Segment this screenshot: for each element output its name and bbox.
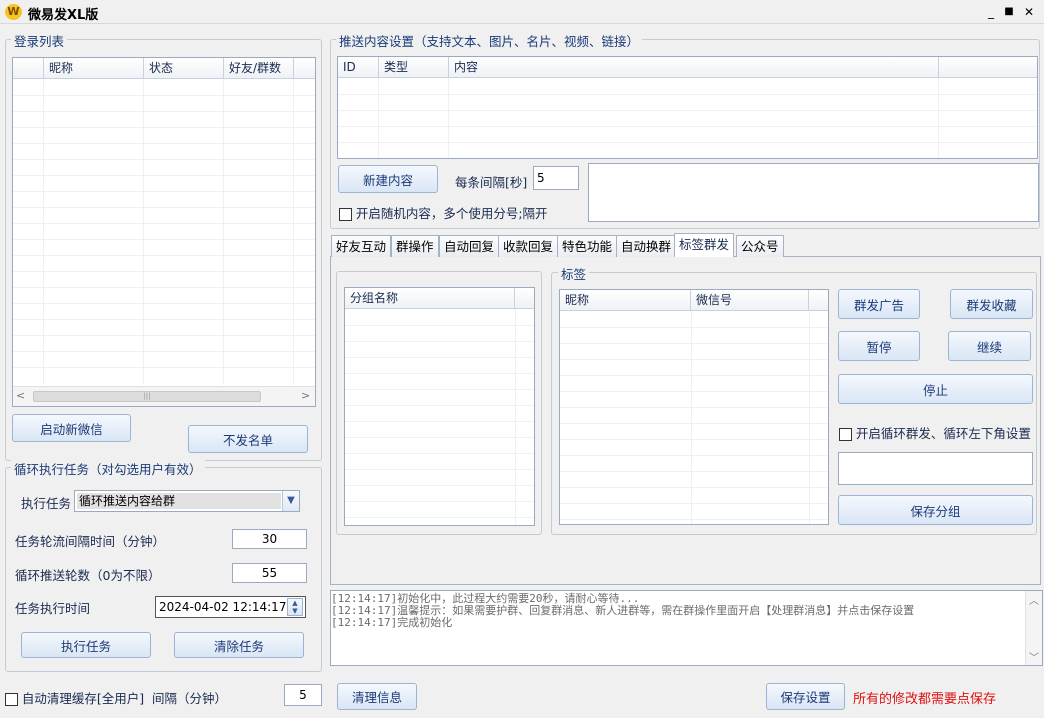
tag-member-table[interactable]: 昵称 微信号 — [559, 289, 829, 525]
tab-auto-switch-group[interactable]: 自动换群 — [616, 235, 677, 257]
auto-clear-label: 自动清理缓存[全用户] — [21, 691, 145, 706]
clear-interval-input[interactable]: 5 — [284, 684, 322, 706]
scroll-up-icon[interactable]: ︿ — [1029, 592, 1039, 607]
exec-task-label: 执行任务 — [21, 496, 72, 511]
scroll-thumb[interactable]: ||| — [33, 391, 261, 402]
tab-friend-interaction[interactable]: 好友互动 — [331, 235, 392, 257]
clear-info-button[interactable]: 清理信息 — [337, 683, 417, 710]
spinner-icon[interactable]: ▲ ▼ — [287, 598, 303, 616]
pause-button[interactable]: 暂停 — [838, 331, 920, 361]
scroll-right-icon[interactable]: > — [301, 389, 310, 402]
column-header-status[interactable]: 状态 — [144, 58, 224, 78]
mass-favorite-button[interactable]: 群发收藏 — [950, 289, 1033, 319]
resume-button[interactable]: 继续 — [948, 331, 1031, 361]
stop-button[interactable]: 停止 — [838, 374, 1033, 404]
column-header-friends-groups[interactable]: 好友/群数 — [224, 58, 294, 78]
group-table-body — [345, 309, 534, 525]
column-header-extra[interactable] — [515, 288, 534, 308]
tab-auto-reply[interactable]: 自动回复 — [439, 235, 500, 257]
exec-time-value: 2024-04-02 12:14:17 — [159, 600, 287, 614]
window-title: 微易发XL版 — [28, 8, 99, 23]
column-header-content[interactable]: 内容 — [449, 57, 939, 77]
tab-group-operation[interactable]: 群操作 — [391, 235, 439, 257]
loop-task-title: 循环执行任务（对勾选用户有效） — [11, 459, 205, 478]
rounds-input[interactable]: 55 — [232, 563, 307, 583]
tab-official-account[interactable]: 公众号 — [736, 235, 784, 257]
rounds-label: 循环推送轮数（0为不限） — [15, 568, 161, 583]
group-table-header: 分组名称 — [345, 288, 534, 309]
new-content-button[interactable]: 新建内容 — [338, 165, 438, 193]
loop-send-label: 开启循环群发、循环左下角设置 — [855, 426, 1031, 441]
login-list-title: 登录列表 — [11, 31, 68, 50]
scroll-down-icon[interactable]: ﹀ — [1029, 649, 1039, 664]
loop-send-row[interactable]: 开启循环群发、循环左下角设置 — [839, 423, 1031, 442]
save-settings-button[interactable]: 保存设置 — [766, 683, 845, 710]
exec-time-picker[interactable]: 2024-04-02 12:14:17 ▲ ▼ — [155, 596, 306, 618]
column-header-id[interactable]: ID — [338, 57, 379, 77]
auto-clear-checkbox-row[interactable]: 自动清理缓存[全用户] — [5, 688, 144, 707]
random-content-label: 开启随机内容，多个使用分号;隔开 — [355, 206, 548, 221]
exec-task-value: 循环推送内容给群 — [77, 493, 281, 509]
random-content-checkbox[interactable] — [339, 208, 352, 221]
maximize-button[interactable]: ■ — [1000, 3, 1018, 21]
tab-payment-reply[interactable]: 收款回复 — [498, 235, 559, 257]
interval-label: 任务轮流间隔时间（分钟） — [15, 534, 166, 549]
log-area[interactable]: [12:14:17]初始化中，此过程大约需要20秒，请耐心等待... [12:1… — [330, 590, 1043, 666]
push-content-title: 推送内容设置（支持文本、图片、名片、视频、链接） — [336, 31, 643, 50]
tab-tag-mass-send[interactable]: 标签群发 — [674, 233, 735, 257]
auto-clear-checkbox[interactable] — [5, 693, 18, 706]
log-line: [12:14:17]完成初始化 — [331, 616, 453, 629]
tag-table-body — [560, 311, 828, 524]
close-button[interactable]: ✕ — [1020, 3, 1038, 21]
column-header-extra[interactable] — [939, 57, 1037, 77]
log-lines: [12:14:17]初始化中，此过程大约需要20秒，请耐心等待... [12:1… — [331, 593, 914, 629]
column-header-nickname[interactable]: 昵称 — [44, 58, 144, 78]
exec-time-label: 任务执行时间 — [15, 601, 91, 616]
login-table[interactable]: 昵称 状态 好友/群数 < ||| > — [12, 57, 316, 407]
tab-special-features[interactable]: 特色功能 — [557, 235, 618, 257]
app-logo-icon: W — [5, 4, 22, 20]
horizontal-scrollbar[interactable]: < ||| > — [13, 386, 315, 406]
exec-task-select[interactable]: 循环推送内容给群 ▼ — [74, 490, 300, 512]
column-header-type[interactable]: 类型 — [379, 57, 449, 77]
start-new-wechat-button[interactable]: 启动新微信 — [12, 414, 131, 442]
mass-ad-button[interactable]: 群发广告 — [838, 289, 920, 319]
push-table-header: ID 类型 内容 — [338, 57, 1037, 78]
loop-send-checkbox[interactable] — [839, 428, 852, 441]
loop-setting-input[interactable] — [838, 452, 1033, 485]
save-group-button[interactable]: 保存分组 — [838, 495, 1033, 525]
run-task-button[interactable]: 执行任务 — [21, 632, 151, 658]
column-header-nickname[interactable]: 昵称 — [560, 290, 691, 310]
push-content-table[interactable]: ID 类型 内容 — [337, 56, 1038, 159]
random-content-row[interactable]: 开启随机内容，多个使用分号;隔开 — [339, 203, 548, 222]
push-table-body — [338, 78, 1037, 158]
group-name-table[interactable]: 分组名称 — [344, 287, 535, 526]
clear-task-button[interactable]: 清除任务 — [174, 632, 304, 658]
column-header-group-name[interactable]: 分组名称 — [345, 288, 515, 308]
each-interval-input[interactable]: 5 — [533, 166, 579, 190]
title-bar: W 微易发XL版 _ ■ ✕ — [0, 0, 1044, 24]
column-header[interactable] — [13, 58, 44, 78]
scroll-left-icon[interactable]: < — [16, 389, 25, 402]
column-header-extra[interactable] — [809, 290, 828, 310]
blocklist-button[interactable]: 不发名单 — [188, 425, 308, 453]
minimize-button[interactable]: _ — [982, 3, 1000, 21]
tag-title: 标签 — [558, 264, 590, 283]
tag-table-header: 昵称 微信号 — [560, 290, 828, 311]
column-header-wechat-id[interactable]: 微信号 — [691, 290, 809, 310]
chevron-down-icon[interactable]: ▼ — [282, 491, 299, 511]
save-warning-text: 所有的修改都需要点保存 — [853, 692, 997, 707]
interval-input[interactable]: 30 — [232, 529, 307, 549]
login-table-header: 昵称 状态 好友/群数 — [13, 58, 315, 79]
log-scrollbar[interactable]: ︿ ﹀ — [1025, 591, 1042, 665]
content-preview-box[interactable] — [588, 163, 1039, 222]
clear-interval-label: 间隔（分钟） — [152, 691, 228, 706]
each-interval-label: 每条间隔[秒] — [455, 175, 528, 190]
login-table-body — [13, 79, 315, 385]
